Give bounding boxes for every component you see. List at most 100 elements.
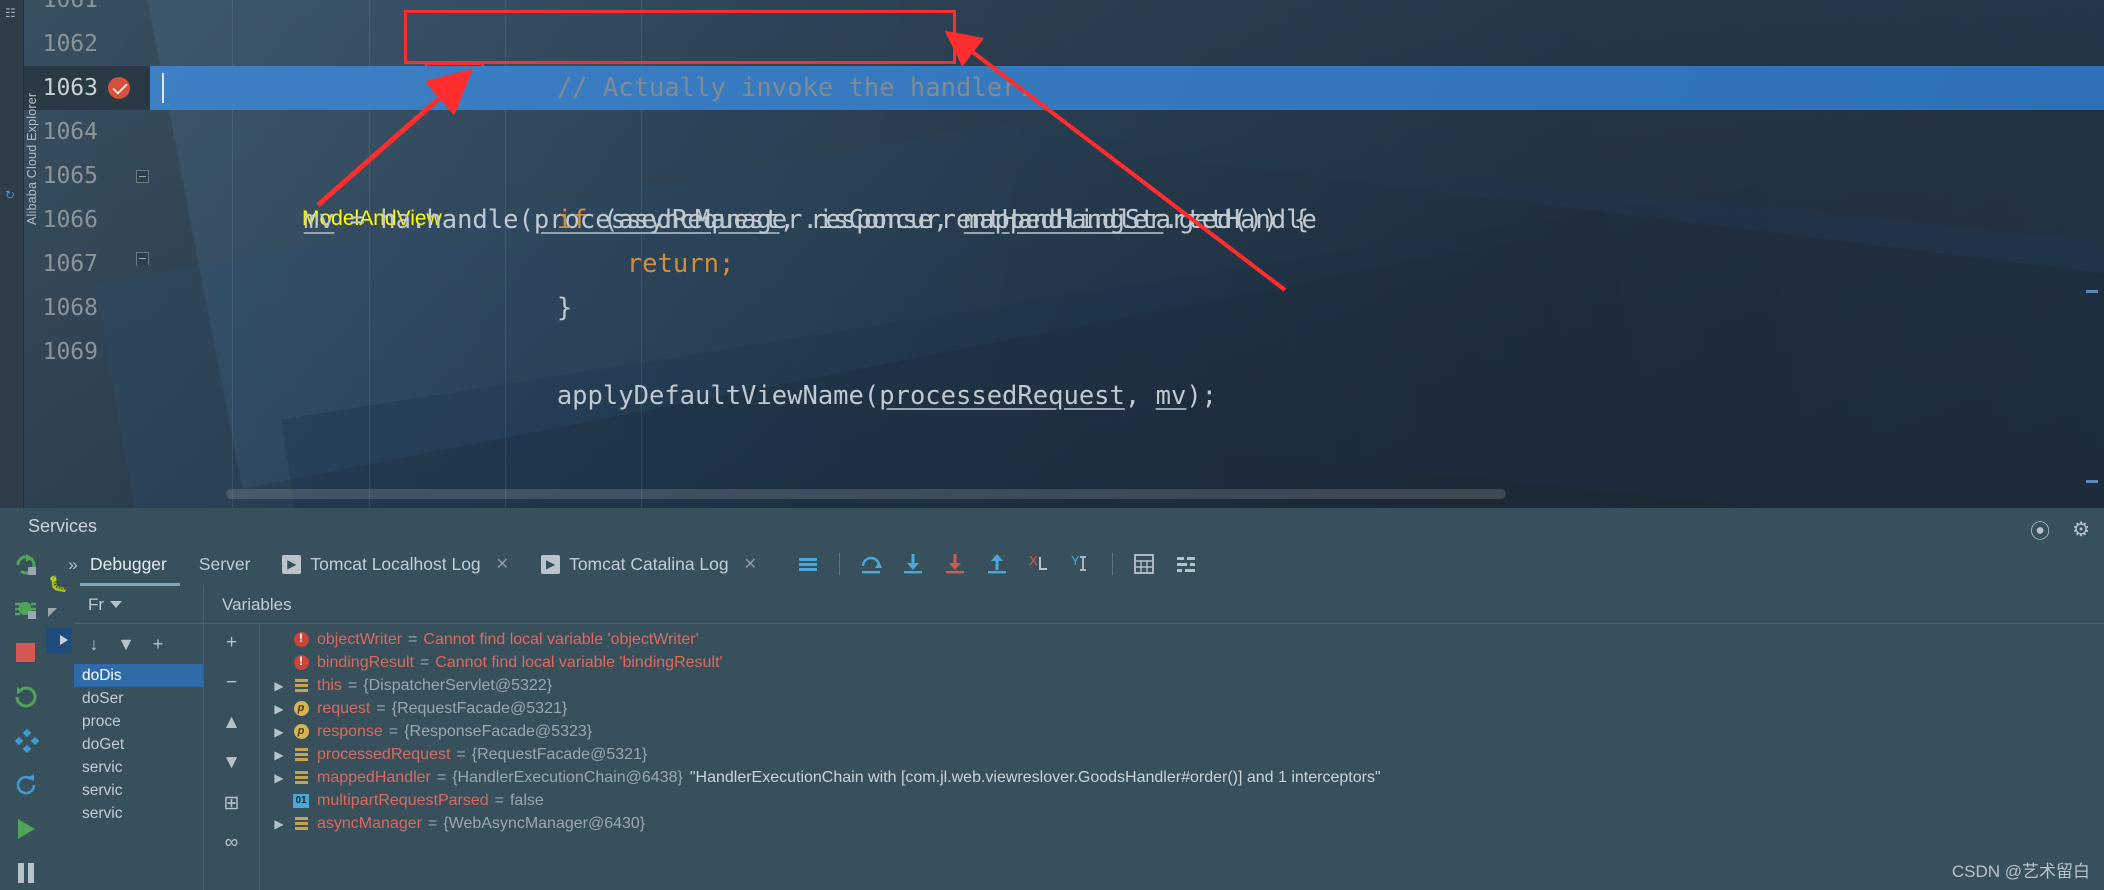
- frame-item[interactable]: proce: [74, 710, 203, 733]
- tab-tomcat-catalina-log[interactable]: ▶ Tomcat Catalina Log ✕: [525, 544, 773, 584]
- frames-thread-selector[interactable]: Fr: [74, 586, 203, 624]
- tab-server[interactable]: Server: [183, 544, 267, 584]
- help-icon[interactable]: ⦿: [2030, 515, 2050, 544]
- drop-frame-icon[interactable]: X: [1018, 544, 1060, 584]
- debugger-body[interactable]: Fr ↓ ▼ + doDis doSer proce doGet servic …: [74, 586, 2104, 890]
- services-tool-window[interactable]: Services ⦿ ⚙ 🐛 » Debugger Server ▶ Tomca…: [0, 508, 2104, 890]
- close-icon[interactable]: ✕: [496, 554, 509, 574]
- expand-arrow-icon[interactable]: ▶: [268, 771, 290, 785]
- move-down-icon[interactable]: ▼: [217, 750, 247, 776]
- debugger-toolbar[interactable]: X Y: [787, 544, 1207, 584]
- step-out-icon[interactable]: [976, 544, 1018, 584]
- variable-row[interactable]: ▶ bindingResult = Cannot find local vari…: [260, 651, 2104, 674]
- variable-row[interactable]: ▶ 01 multipartRequestParsed = false: [260, 789, 2104, 812]
- frames-list[interactable]: doDis doSer proce doGet servic servic se…: [74, 664, 203, 825]
- code-fold-collapse-icon[interactable]: [136, 170, 149, 183]
- gutter-row[interactable]: 1064: [24, 110, 150, 154]
- run-icon[interactable]: [13, 816, 39, 842]
- debug-session-column[interactable]: 🐛: [46, 546, 74, 890]
- tab-tomcat-localhost-log[interactable]: ▶ Tomcat Localhost Log ✕: [266, 544, 525, 584]
- services-header-actions[interactable]: ⦿ ⚙: [2030, 515, 2090, 544]
- debug-tabbar[interactable]: Debugger Server ▶ Tomcat Localhost Log ✕…: [74, 544, 2104, 584]
- variable-row[interactable]: ▶ asyncManager = {WebAsyncManager@6430}: [260, 812, 2104, 835]
- session-expand-icon[interactable]: [48, 608, 57, 617]
- expand-arrow-icon[interactable]: ▶: [268, 679, 290, 693]
- gutter-row[interactable]: 1065: [24, 154, 150, 198]
- resume-program-icon[interactable]: [13, 684, 39, 710]
- code-fold-end-icon[interactable]: [136, 252, 149, 265]
- variables-toolbar[interactable]: + − ▲ ▼ ⊞ ∞: [204, 624, 260, 890]
- scroll-marker[interactable]: [2086, 480, 2098, 483]
- gutter-row[interactable]: 1061: [24, 0, 150, 22]
- scroll-marker[interactable]: [2086, 290, 2098, 293]
- force-step-into-icon[interactable]: [934, 544, 976, 584]
- code-editor[interactable]: // Actually invoke the handler. mv = ha.…: [0, 0, 2104, 508]
- gutter-row[interactable]: 1069: [24, 330, 150, 374]
- run-to-cursor-icon[interactable]: Y: [1060, 544, 1102, 584]
- layout-settings-icon[interactable]: [787, 544, 829, 584]
- run-controls-column[interactable]: [6, 546, 46, 890]
- step-into-icon[interactable]: [892, 544, 934, 584]
- variable-row[interactable]: ▶ p response = {ResponseFacade@5323}: [260, 720, 2104, 743]
- variables-list[interactable]: ▶ objectWriter = Cannot find local varia…: [260, 624, 2104, 890]
- stop-icon[interactable]: [13, 640, 39, 666]
- frame-item[interactable]: doDis: [74, 664, 203, 687]
- arrow-down-icon[interactable]: ↓: [78, 628, 110, 660]
- refresh-services-icon[interactable]: [13, 772, 39, 798]
- editor-horizontal-scrollbar[interactable]: [226, 489, 1506, 499]
- gutter-row[interactable]: 1067: [24, 242, 150, 286]
- inspect-icon[interactable]: ∞: [217, 830, 247, 856]
- rerun-icon[interactable]: [13, 552, 39, 578]
- refresh-icon[interactable]: ↻: [5, 188, 15, 202]
- variable-row[interactable]: ▶ this = {DispatcherServlet@5322}: [260, 674, 2104, 697]
- add-watch-icon[interactable]: +: [217, 630, 247, 656]
- line-number: 1062: [42, 31, 98, 57]
- session-selected-item[interactable]: [46, 628, 72, 654]
- expand-arrow-icon[interactable]: ▶: [268, 748, 290, 762]
- add-icon[interactable]: +: [142, 628, 174, 660]
- variables-panel[interactable]: Variables + − ▲ ▼ ⊞ ∞ ▶ objectWriter =: [204, 586, 2104, 890]
- variable-row[interactable]: ▶ objectWriter = Cannot find local varia…: [260, 628, 2104, 651]
- tab-debugger[interactable]: Debugger: [74, 544, 183, 584]
- variable-equals: =: [376, 699, 386, 717]
- gutter-row[interactable]: 1066: [24, 198, 150, 242]
- settings-list-icon[interactable]: [1165, 544, 1207, 584]
- variable-name: objectWriter: [317, 630, 403, 648]
- frame-item[interactable]: servic: [74, 756, 203, 779]
- copy-value-icon[interactable]: ⊞: [217, 790, 247, 816]
- code-content[interactable]: // Actually invoke the handler. mv = ha.…: [150, 0, 2104, 508]
- variable-row[interactable]: ▶ mappedHandler = {HandlerExecutionChain…: [260, 766, 2104, 789]
- filter-icon[interactable]: ▼: [110, 628, 142, 660]
- evaluate-expression-icon[interactable]: [1123, 544, 1165, 584]
- expand-arrow-icon[interactable]: ▶: [268, 725, 290, 739]
- gutter-row[interactable]: 1068: [24, 286, 150, 330]
- settings-gear-icon[interactable]: ⚙: [2072, 517, 2090, 542]
- expand-arrow-icon[interactable]: ▶: [268, 702, 290, 716]
- expand-arrow-icon[interactable]: ▶: [268, 817, 290, 831]
- remove-watch-icon[interactable]: −: [217, 670, 247, 696]
- breakpoint-verified-icon[interactable]: [108, 77, 130, 99]
- frame-item[interactable]: doSer: [74, 687, 203, 710]
- pause-icon[interactable]: [13, 860, 39, 886]
- frames-panel[interactable]: Fr ↓ ▼ + doDis doSer proce doGet servic …: [74, 586, 204, 890]
- debug-rerun-icon[interactable]: [13, 596, 39, 622]
- frame-item[interactable]: doGet: [74, 733, 203, 756]
- structure-icon[interactable]: ☷: [5, 6, 16, 20]
- services-filter-icon[interactable]: [13, 728, 39, 754]
- move-up-icon[interactable]: ▲: [217, 710, 247, 736]
- variable-row[interactable]: ▶ p request = {RequestFacade@5321}: [260, 697, 2104, 720]
- step-over-icon[interactable]: [850, 544, 892, 584]
- expand-arrow-icon: ▶: [268, 794, 290, 808]
- chevron-down-icon[interactable]: [110, 601, 123, 608]
- variable-row[interactable]: ▶ processedRequest = {RequestFacade@5321…: [260, 743, 2104, 766]
- frames-toolbar[interactable]: ↓ ▼ +: [74, 624, 203, 664]
- variable-equals: =: [347, 676, 358, 694]
- gutter-row[interactable]: 1062: [24, 22, 150, 66]
- tool-window-stripe-left[interactable]: ☷ Alibaba Cloud Explorer ↻: [0, 0, 39, 508]
- editor-gutter[interactable]: 1061 1062 1063 1064 1065 1066 1067 1068 …: [24, 0, 150, 508]
- sidebar-item-alibaba-cloud-explorer[interactable]: Alibaba Cloud Explorer: [25, 25, 39, 225]
- gutter-row-current[interactable]: 1063: [24, 66, 150, 110]
- frame-item[interactable]: servic: [74, 779, 203, 802]
- frame-item[interactable]: servic: [74, 802, 203, 825]
- close-icon[interactable]: ✕: [744, 554, 757, 574]
